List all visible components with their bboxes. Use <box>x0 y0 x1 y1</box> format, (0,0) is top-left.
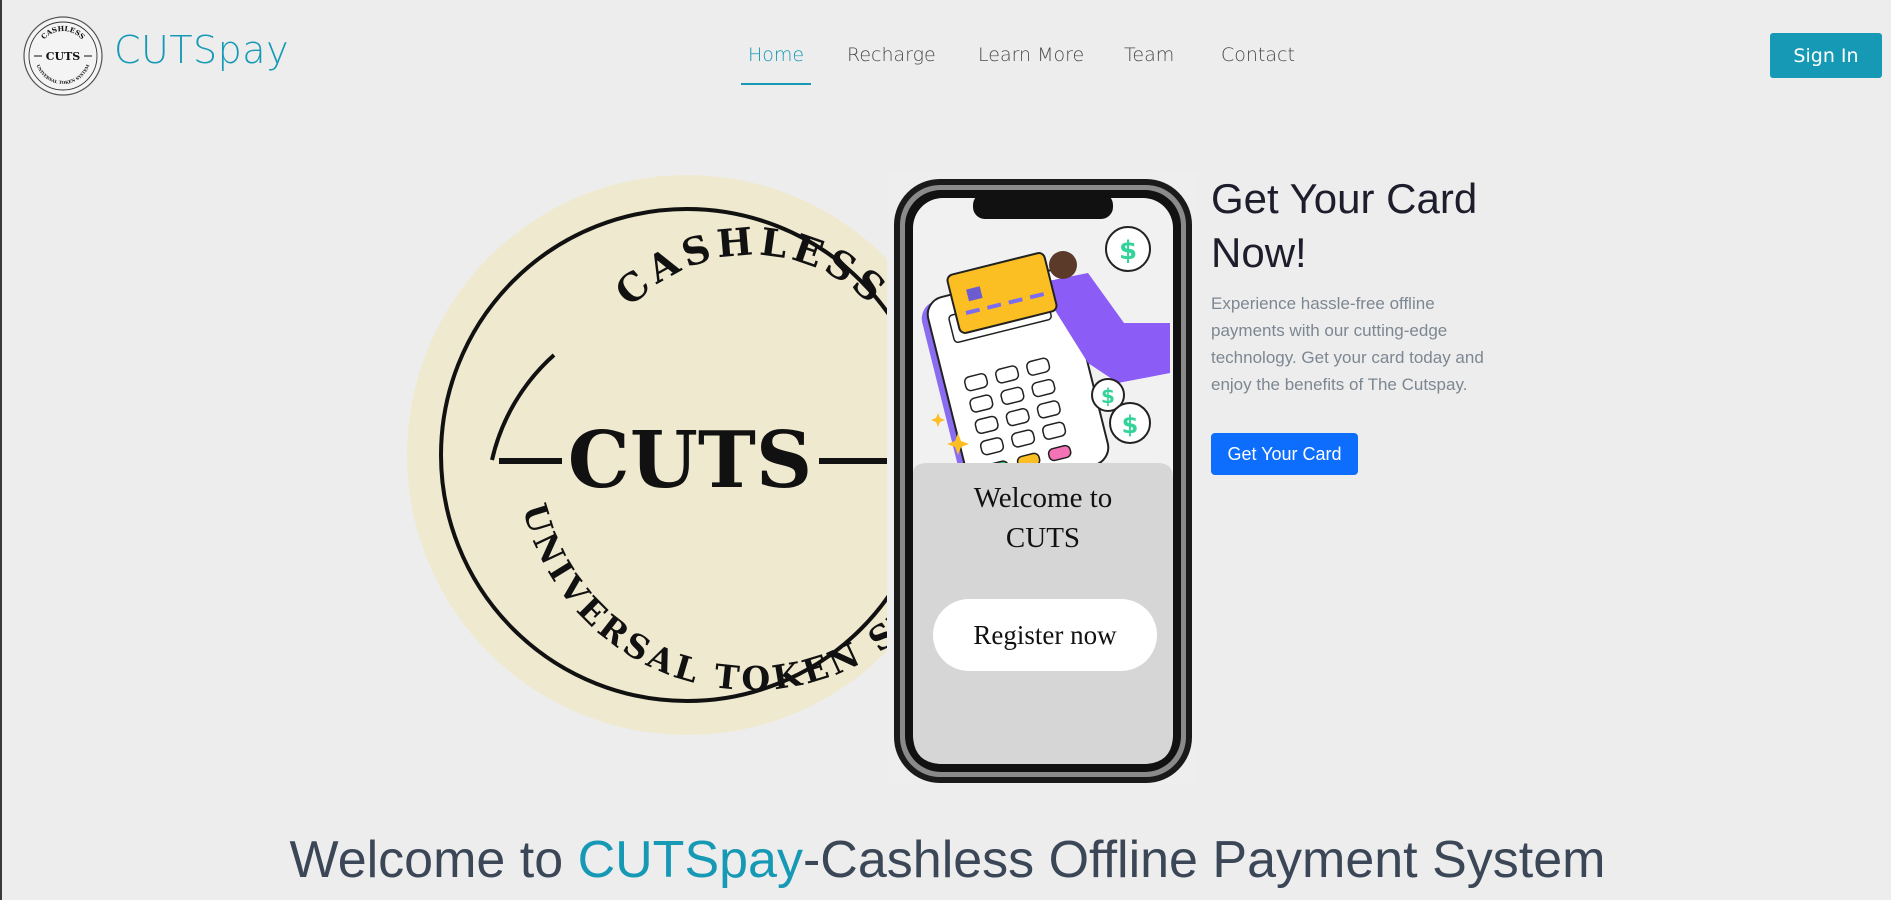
phone-welcome-line2: CUTS <box>1006 522 1080 554</box>
nav-contact[interactable]: Contact <box>1221 44 1295 66</box>
card-description: Experience hassle-free offline payments … <box>1211 294 1484 394</box>
main-nav: Home Recharge Learn More Team Contact <box>2 44 1891 74</box>
sign-in-button[interactable]: Sign In <box>1770 33 1882 78</box>
nav-active-indicator <box>741 83 811 85</box>
card-title: Get Your Card Now! <box>1211 175 1478 276</box>
get-your-card-button[interactable]: Get Your Card <box>1211 433 1358 475</box>
welcome-headline: Welcome to CUTSpay-Cashless Offline Paym… <box>2 830 1891 890</box>
welcome-prefix: Welcome to <box>289 831 578 889</box>
nav-home[interactable]: Home <box>748 44 804 66</box>
phone-register-label: Register now <box>973 620 1117 650</box>
welcome-suffix: -Cashless Offline Payment System <box>802 831 1606 889</box>
hero-logo: CASHLESS CUTS UNIVERSAL TOKEN SYSTEM <box>407 175 887 735</box>
welcome-brand: CUTSpay <box>577 831 803 889</box>
svg-text:$: $ <box>1119 236 1137 266</box>
nav-team[interactable]: Team <box>1124 44 1174 66</box>
svg-text:$: $ <box>1122 411 1139 439</box>
hero-logo-center-text: CUTS <box>568 415 812 506</box>
phone-illustration: $ $ $ Welcome to CUTS Register now <box>888 173 1198 785</box>
nav-recharge[interactable]: Recharge <box>847 44 936 66</box>
phone-welcome-line1: Welcome to <box>974 482 1113 514</box>
svg-text:$: $ <box>1101 384 1115 408</box>
nav-learn-more[interactable]: Learn More <box>978 44 1084 66</box>
